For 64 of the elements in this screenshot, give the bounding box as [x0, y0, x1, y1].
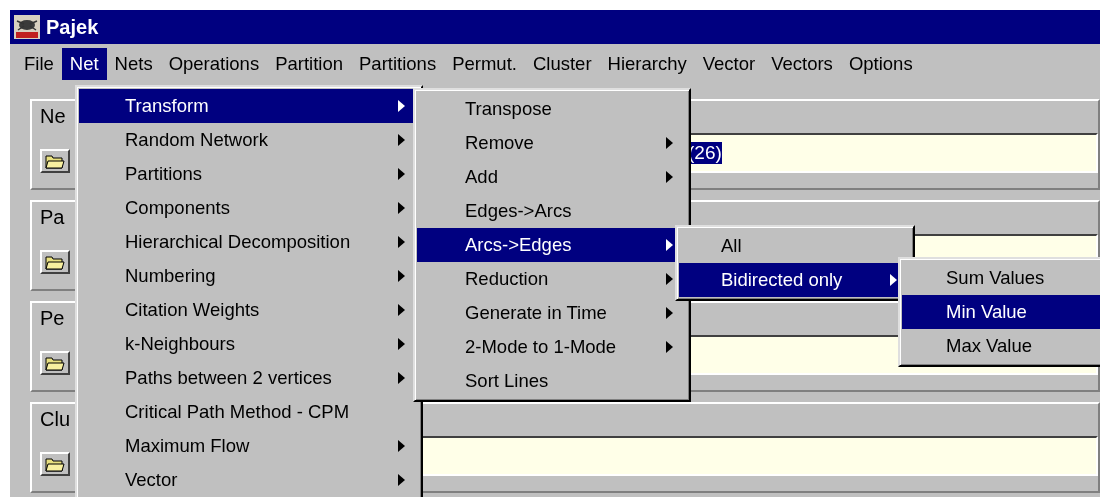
open-button[interactable] — [40, 351, 70, 375]
menu-item[interactable]: Random Network — [79, 123, 419, 157]
submenu-arrow-icon — [398, 440, 405, 452]
submenu-arrow-icon — [666, 137, 673, 149]
open-button[interactable] — [40, 452, 70, 476]
menu-item[interactable]: Edges->Arcs — [417, 194, 687, 228]
menu-bar-item[interactable]: Vector — [694, 48, 764, 80]
submenu-arrow-icon — [398, 202, 405, 214]
panel-label: Ne — [40, 105, 66, 129]
menu-bar-item[interactable]: Cluster — [524, 48, 600, 80]
submenu-arrow-icon — [398, 236, 405, 248]
submenu-arrow-icon — [666, 307, 673, 319]
submenu-arrow-icon — [398, 372, 405, 384]
app-icon — [14, 15, 40, 39]
submenu-arrow-icon — [398, 270, 405, 282]
submenu-arrow-icon — [666, 341, 673, 353]
folder-icon — [45, 355, 65, 371]
menu-bar-item[interactable]: Net — [61, 48, 107, 80]
menu-bar-item[interactable]: Vectors — [763, 48, 841, 80]
menu-bar-item[interactable]: Options — [840, 48, 921, 80]
open-button[interactable] — [40, 250, 70, 274]
submenu-arrow-icon — [666, 171, 673, 183]
submenu-arrow-icon — [398, 168, 405, 180]
panel-label: Clu — [40, 408, 70, 432]
folder-icon — [45, 456, 65, 472]
menu-item[interactable]: 2-Mode to 1-Mode — [417, 330, 687, 364]
menu-item[interactable]: Maximum Flow — [79, 429, 419, 463]
menu-bar-item[interactable]: Hierarchy — [599, 48, 695, 80]
submenu-arrow-icon — [398, 100, 405, 112]
menu-bar-item[interactable]: Permut. — [444, 48, 525, 80]
menu-bar-item[interactable]: File — [16, 48, 62, 80]
menu-item[interactable]: Min Value — [902, 295, 1100, 329]
submenu-arrow-icon — [398, 474, 405, 486]
open-button[interactable] — [40, 149, 70, 173]
menu-item[interactable]: k-Neighbours — [79, 327, 419, 361]
menu-item[interactable]: Partitions — [79, 157, 419, 191]
menu-bar-item[interactable]: Partition — [267, 48, 352, 80]
folder-icon — [45, 153, 65, 169]
menu-item[interactable]: Vector — [79, 463, 419, 497]
submenu-arrow-icon — [398, 134, 405, 146]
menu-item[interactable]: Paths between 2 vertices — [79, 361, 419, 395]
menu-item[interactable]: Remove — [417, 126, 687, 160]
menu-item[interactable]: Max Value — [902, 329, 1100, 363]
submenu-arrow-icon — [398, 304, 405, 316]
submenu-arrow-icon — [666, 273, 673, 285]
menu-bar-item[interactable]: Operations — [160, 48, 268, 80]
menu-item[interactable]: Critical Path Method - CPM — [79, 395, 419, 429]
submenu-arrow-icon — [890, 274, 897, 286]
menu-bar-item[interactable]: Partitions — [351, 48, 445, 80]
menu-item[interactable]: Citation Weights — [79, 293, 419, 327]
menu-item[interactable]: Sort Lines — [417, 364, 687, 398]
menu-item[interactable]: Components — [79, 191, 419, 225]
menu-bar-item[interactable]: Nets — [106, 48, 161, 80]
menu-item[interactable]: Hierarchical Decomposition — [79, 225, 419, 259]
window-title: Pajek — [46, 15, 99, 39]
panel-label: Pa — [40, 206, 65, 230]
menu-item[interactable]: Numbering — [79, 259, 419, 293]
menu-item[interactable]: Generate in Time — [417, 296, 687, 330]
folder-icon — [45, 254, 65, 270]
submenu-arrow-icon — [666, 239, 673, 251]
menu-item[interactable]: Transpose — [417, 92, 687, 126]
panel-label: Pe — [40, 307, 65, 331]
menu-item[interactable]: Add — [417, 160, 687, 194]
submenu-arrow-icon — [398, 338, 405, 350]
